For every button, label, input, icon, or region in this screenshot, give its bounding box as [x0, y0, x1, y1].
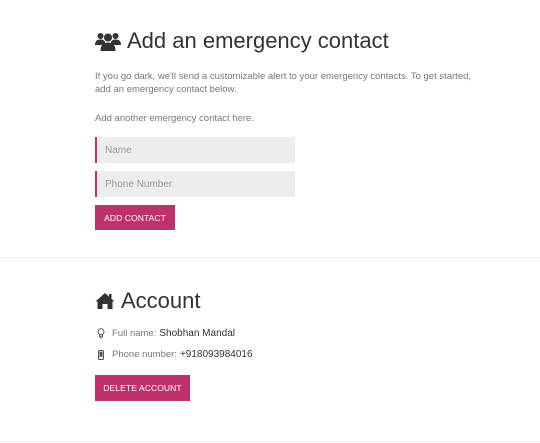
- delete-account-button[interactable]: DELETE ACCOUNT: [95, 375, 190, 401]
- mobile-phone-icon: [96, 349, 106, 360]
- emergency-contact-title: Add an emergency contact: [127, 28, 389, 53]
- account-title: Account: [121, 288, 201, 313]
- emergency-contact-heading: Add an emergency contact: [95, 28, 389, 54]
- account-heading: Account: [95, 288, 201, 314]
- emergency-contact-section: Add an emergency contact If you go dark,…: [0, 0, 540, 257]
- full-name-value: Shobhan Mandal: [159, 328, 235, 339]
- lightbulb-icon: [96, 328, 106, 339]
- phone-number-input[interactable]: [95, 171, 295, 197]
- home-icon: [95, 292, 115, 310]
- full-name-row: Full name: Shobhan Mandal: [96, 328, 235, 339]
- add-contact-button[interactable]: ADD CONTACT: [95, 205, 175, 230]
- phone-number-label: Phone number:: [112, 349, 177, 360]
- bottom-divider: [0, 441, 540, 442]
- add-another-text: Add another emergency contact here.: [95, 113, 254, 124]
- name-input[interactable]: [95, 137, 295, 163]
- account-section: Account Full name: Shobhan Mandal Phone …: [0, 258, 540, 441]
- full-name-label: Full name:: [112, 328, 157, 339]
- phone-number-row: Phone number: +918093984016: [96, 349, 253, 360]
- emergency-description: If you go dark, we'll send a customizabl…: [95, 71, 472, 95]
- users-icon: [95, 31, 121, 51]
- phone-number-value: +918093984016: [179, 349, 253, 360]
